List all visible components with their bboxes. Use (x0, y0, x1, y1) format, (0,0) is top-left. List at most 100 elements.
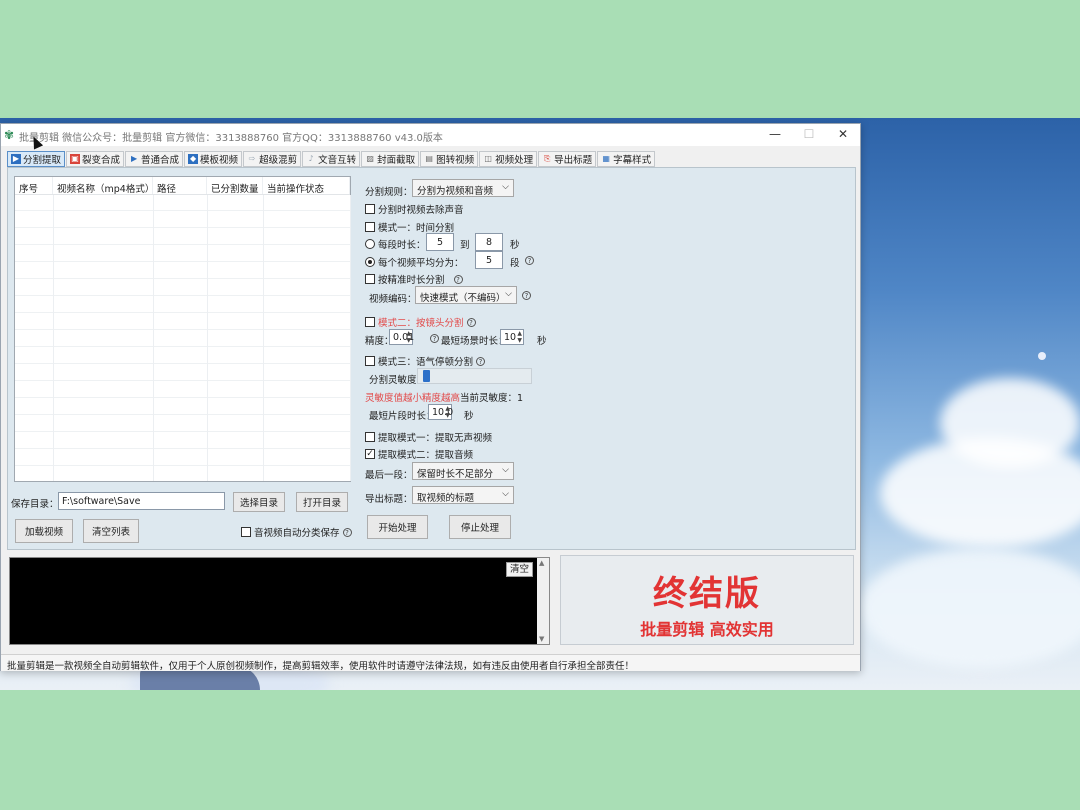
tab-template-video[interactable]: ◆ 模板视频 (184, 151, 243, 167)
scroll-down-icon[interactable]: ▼ (539, 635, 544, 643)
sparkle-icon (1038, 352, 1046, 360)
cloud-decoration (860, 548, 1080, 668)
split-rule-select[interactable]: 分割为视频和音频 ⌵ (412, 179, 514, 197)
choose-dir-button[interactable]: 选择目录 (233, 492, 285, 512)
export-title-select[interactable]: 取视频的标题 ⌵ (412, 486, 514, 504)
tab-cover-capture[interactable]: ▨ 封面截取 (361, 151, 420, 167)
mute-video-checkbox[interactable]: 分割时视频去除声音 (365, 202, 464, 216)
extract-mode1-checkbox[interactable]: 提取模式一：提取无声视频 (365, 430, 492, 444)
tab-image-to-video[interactable]: ▤ 图转视频 (420, 151, 479, 167)
help-icon[interactable]: ? (476, 356, 486, 366)
to-label: 到 (460, 240, 470, 251)
tab-split-extract[interactable]: ▶ 分割提取 (7, 151, 66, 167)
grid-line (207, 195, 208, 481)
open-dir-button[interactable]: 打开目录 (296, 492, 348, 512)
grid-line (350, 195, 351, 481)
video-list-header: 序号 视频名称（mp4格式） 路径 已分割数量 当前操作状态 (15, 177, 350, 195)
tab-bar: ▶ 分割提取 ▣ 裂变合成 ▶ 普通合成 ◆ 模板视频 ⇨ 超级混剪 ♪ 文音互转 ▨ 封面截… (7, 151, 656, 167)
promo-banner: 终结版 批量剪辑 高效实用 (560, 555, 854, 645)
help-icon[interactable]: ? (342, 527, 352, 537)
start-process-button[interactable]: 开始处理 (367, 515, 428, 539)
arrow-icon: ⇨ (248, 154, 256, 163)
last-segment-select[interactable]: 保留时长不足部分 ⌵ (412, 462, 514, 480)
column-header-count[interactable]: 已分割数量 (207, 177, 263, 195)
slider-thumb[interactable] (423, 370, 431, 382)
window-title: 批量剪辑 微信公众号：批量剪辑 官方微信：3313888760 官方QQ：331… (19, 133, 443, 144)
help-icon[interactable]: ? (525, 256, 534, 265)
tab-fission-merge[interactable]: ▣ 裂变合成 (66, 151, 125, 167)
each-duration-radio[interactable]: 每段时长： (365, 237, 426, 251)
even-split-input[interactable]: 5 (475, 251, 503, 269)
stop-process-button[interactable]: 停止处理 (449, 515, 511, 539)
clear-list-button[interactable]: 清空列表 (83, 519, 139, 543)
chevron-down-icon: ⌵ (502, 489, 509, 499)
app-logo-icon: ✾ (4, 128, 15, 142)
help-icon[interactable]: ? (430, 334, 439, 343)
tab-normal-merge[interactable]: ▶ 普通合成 (125, 151, 184, 167)
checkbox-box[interactable] (241, 527, 251, 537)
grid-line (153, 195, 154, 481)
precision-spinner[interactable]: 0.01 ▲ ▼ (389, 329, 414, 345)
precise-duration-checkbox[interactable]: 按精准时长分割? (365, 272, 463, 286)
min-clip-spinner[interactable]: 10.0 ▲ ▼ (428, 404, 453, 420)
column-header-status[interactable]: 当前操作状态 (263, 177, 350, 195)
log-output[interactable]: 清空 ▲ ▼ (9, 557, 550, 645)
video-list[interactable]: 序号 视频名称（mp4格式） 路径 已分割数量 当前操作状态 (14, 176, 351, 482)
radio-button[interactable] (365, 239, 375, 249)
sensitivity-hint: 灵敏度值越小精度越高 (365, 393, 461, 404)
extract-mode2-checkbox[interactable]: ✓ 提取模式二：提取音频 (365, 447, 473, 461)
each-to-input[interactable]: 8 (475, 233, 503, 251)
film-icon: ▤ (425, 154, 433, 163)
min-scene-spinner[interactable]: 10 ▲ ▼ (500, 329, 524, 345)
save-dir-input[interactable]: F:\software\Save (58, 492, 225, 510)
radio-button[interactable] (365, 257, 375, 267)
even-split-radio[interactable]: 每个视频平均分为： (365, 255, 464, 269)
spinner-arrows-icon[interactable]: ▲ ▼ (445, 405, 450, 419)
image-icon: ▨ (366, 154, 374, 163)
tab-subtitle-style[interactable]: ▦ 字幕样式 (597, 151, 656, 167)
column-header-path[interactable]: 路径 (153, 177, 207, 195)
checkbox-box[interactable] (365, 204, 375, 214)
auto-classify-checkbox[interactable]: 音视频自动分类保存 ? (241, 525, 352, 539)
load-video-button[interactable]: 加载视频 (15, 519, 73, 543)
tab-export-title[interactable]: ⎘ 导出标题 (538, 151, 597, 167)
sensitivity-slider[interactable] (417, 368, 532, 384)
current-sensitivity-label: 当前灵敏度：1 (460, 393, 524, 404)
tab-super-mix[interactable]: ⇨ 超级混剪 (243, 151, 302, 167)
seconds-label: 秒 (510, 240, 520, 251)
chevron-down-icon: ⌵ (502, 465, 509, 475)
spinner-arrows-icon[interactable]: ▲ ▼ (517, 330, 522, 344)
checkbox-box[interactable] (365, 274, 375, 284)
clear-log-button[interactable]: 清空 (505, 562, 533, 577)
help-icon[interactable]: ? (522, 291, 531, 300)
split-rule-label: 分割规则： (365, 187, 413, 198)
column-header-index[interactable]: 序号 (15, 177, 53, 195)
checkbox-box[interactable] (365, 317, 375, 327)
chevron-down-icon: ⌵ (502, 182, 509, 192)
app-window: ✾ 批量剪辑 微信公众号：批量剪辑 官方微信：3313888760 官方QQ：3… (0, 123, 861, 671)
spinner-arrows-icon[interactable]: ▲ ▼ (406, 330, 411, 344)
minimize-button[interactable]: — (763, 127, 787, 141)
mode2-checkbox[interactable]: 模式二：按镜头分割? (365, 315, 476, 329)
each-from-input[interactable]: 5 (426, 233, 454, 251)
checkbox-box[interactable] (365, 356, 375, 366)
scroll-up-icon[interactable]: ▲ (539, 559, 544, 567)
template-icon: ◆ (188, 154, 199, 164)
title-bar[interactable]: ✾ 批量剪辑 微信公众号：批量剪辑 官方微信：3313888760 官方QQ：3… (1, 124, 860, 146)
column-header-name[interactable]: 视频名称（mp4格式） (53, 177, 154, 195)
subtitle-icon: ▦ (602, 154, 610, 163)
last-segment-label: 最后一段： (365, 470, 413, 481)
mode1-checkbox[interactable]: 模式一：时间分割 (365, 220, 454, 234)
log-scrollbar[interactable]: ▲ ▼ (537, 558, 549, 644)
help-icon[interactable]: ? (466, 317, 476, 327)
maximize-button[interactable]: ☐ (797, 127, 821, 141)
close-button[interactable]: ✕ (831, 127, 855, 141)
checkbox-box[interactable] (365, 432, 375, 442)
help-icon[interactable]: ? (453, 274, 463, 284)
encode-select[interactable]: 快速模式（不编码） ⌵ (415, 286, 517, 304)
tab-text-audio[interactable]: ♪ 文音互转 (302, 151, 361, 167)
tab-video-process[interactable]: ◫ 视频处理 (479, 151, 538, 167)
checkbox-box[interactable]: ✓ (365, 449, 375, 459)
checkbox-box[interactable] (365, 222, 375, 232)
mode3-checkbox[interactable]: 模式三：语气停顿分割? (365, 354, 486, 368)
